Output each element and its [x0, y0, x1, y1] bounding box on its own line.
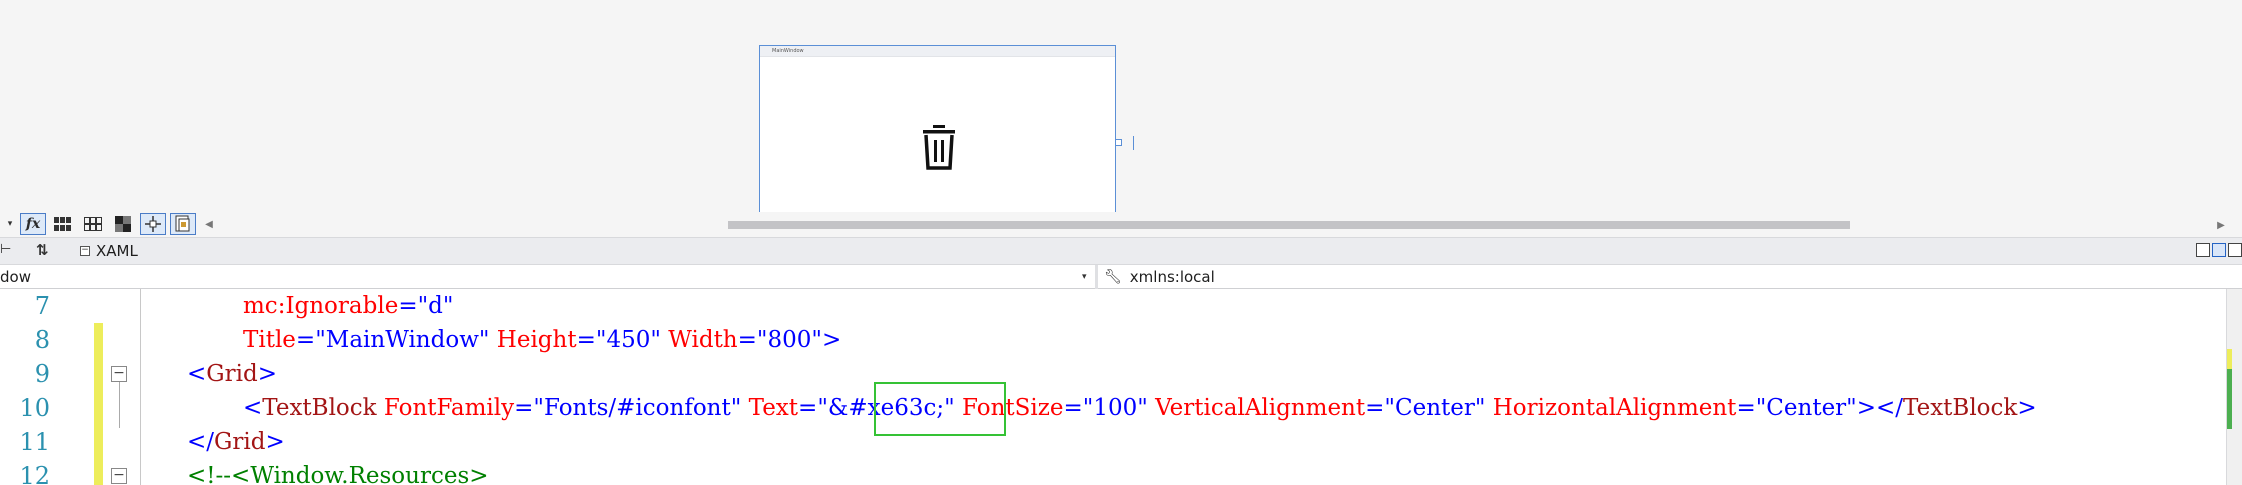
scroll-right-icon[interactable]: ▶ — [2214, 217, 2228, 233]
member-selector[interactable]: 🔧︎ xmlns:local — [1104, 265, 1215, 289]
element-selector[interactable]: dow — [0, 265, 1095, 289]
line-number: 9 — [34, 360, 50, 388]
line-number: 11 — [19, 428, 50, 456]
code-comment: <!--<Window.Resources> — [187, 463, 489, 485]
split-view-buttons — [2196, 243, 2242, 257]
snap-grid-button[interactable] — [80, 213, 106, 235]
code-text: Title="MainWindow" Height="450" Width="8… — [243, 327, 842, 353]
fold-toggle-icon[interactable]: − — [111, 366, 127, 382]
code-text: <Grid> — [187, 361, 278, 387]
window-preview[interactable]: MainWindow — [759, 45, 1116, 215]
fold-toggle-icon[interactable]: − — [111, 468, 127, 484]
code-text: <TextBlock FontFamily="Fonts/#iconfont" … — [243, 395, 2037, 421]
pin-icon[interactable]: ⊢ — [0, 242, 11, 257]
horizontal-split-icon[interactable] — [2212, 243, 2226, 257]
grid-toggle-button[interactable] — [50, 213, 76, 235]
tab-xaml[interactable]: − XAML — [80, 238, 138, 264]
view-tabstrip: ⊢ ⇅ − XAML — [0, 237, 2242, 264]
navigation-bar: dow ▾ 🔧︎ xmlns:local — [0, 264, 2242, 289]
scroll-marker — [2227, 349, 2232, 369]
effects-toggle-button[interactable]: fx — [20, 213, 46, 235]
vertical-scrollbar[interactable] — [2226, 289, 2242, 485]
scroll-left-icon[interactable]: ◀ — [202, 214, 216, 234]
line-number: 8 — [34, 326, 50, 354]
chevron-down-icon[interactable]: ▾ — [1082, 265, 1087, 289]
code-line: 12 − <!--<Window.Resources> — [0, 459, 2242, 485]
snapline-icon — [145, 216, 161, 232]
code-line: 8 Title="MainWindow" Height="450" Width=… — [0, 323, 2242, 357]
code-text: mc:Ignorable="d" — [243, 293, 454, 319]
swap-panes-icon[interactable]: ⇅ — [36, 241, 49, 259]
collapse-split-icon[interactable] — [2228, 243, 2242, 257]
line-number: 7 — [34, 292, 50, 320]
highlight-box — [874, 382, 1006, 436]
resize-handle[interactable] — [1115, 139, 1122, 146]
snap-to-snaplines-button[interactable] — [140, 213, 166, 235]
wrench-icon: 🔧︎ — [1104, 269, 1122, 285]
line-number: 12 — [19, 462, 50, 485]
trash-icon — [923, 125, 955, 170]
code-line: 9 − <Grid> — [0, 357, 2242, 391]
code-line: 11 </Grid> — [0, 425, 2242, 459]
collapse-pane-icon[interactable]: − — [80, 246, 90, 256]
code-text: </Grid> — [187, 429, 285, 455]
document-code-icon — [175, 215, 190, 232]
visual-studio-xaml-designer: MainWindow ▾ fx ◀ ▶ ⊢ ⇅ − XAML dow ▾ 🔧︎ … — [0, 0, 2242, 485]
design-surface[interactable]: MainWindow — [0, 0, 2242, 215]
code-line: 7 mc:Ignorable="d" — [0, 289, 2242, 323]
scroll-marker — [2227, 369, 2232, 429]
vertical-split-icon[interactable] — [2196, 243, 2210, 257]
navbar-divider — [1095, 265, 1098, 289]
zoom-dropdown-arrow[interactable]: ▾ — [0, 214, 20, 234]
project-code-button[interactable] — [170, 213, 196, 235]
horizontal-scrollbar-thumb[interactable] — [728, 221, 1850, 229]
code-line: 10 <TextBlock FontFamily="Fonts/#iconfon… — [0, 391, 2242, 425]
preview-titlebar: MainWindow — [760, 46, 1115, 57]
grid-icon — [54, 217, 71, 231]
fx-label: fx — [25, 216, 41, 232]
line-number: 10 — [19, 394, 50, 422]
tab-xaml-label: XAML — [96, 242, 138, 260]
artboard-background-button[interactable] — [110, 213, 136, 235]
checkerboard-icon — [115, 216, 131, 232]
code-editor[interactable]: 7 mc:Ignorable="d" 8 Title="MainWindow" … — [0, 289, 2242, 485]
member-selector-label: xmlns:local — [1129, 268, 1215, 286]
snap-grid-icon — [84, 217, 102, 231]
adorner-marker — [1133, 136, 1134, 150]
